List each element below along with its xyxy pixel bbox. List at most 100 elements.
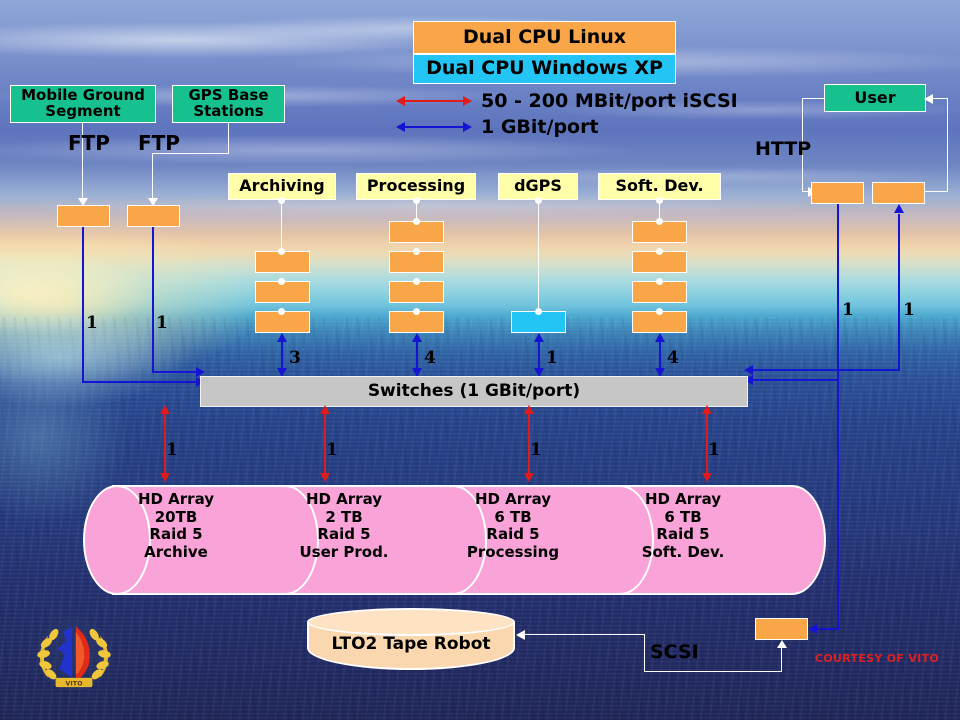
softdev-link-dot-2 — [656, 248, 663, 255]
user-uplink-arrow-2 — [744, 365, 753, 375]
hd-array-1-label[interactable]: HD Array 20TB Raid 5 Archive — [111, 490, 241, 562]
legend-gbit-arrow-right — [463, 122, 472, 132]
processing-link-dot-1 — [413, 218, 420, 225]
processing-link-dot-2 — [413, 248, 420, 255]
processing-link-dot-3 — [413, 278, 420, 285]
hd-array-2-line4: User Prod. — [299, 543, 389, 562]
user-box[interactable]: User — [824, 84, 926, 112]
ftp-server-2[interactable] — [127, 205, 180, 227]
hd-array-4-arrow-down — [702, 473, 712, 482]
archiving-link-dot-3 — [278, 308, 285, 315]
hd-array-4-label[interactable]: HD Array 6 TB Raid 5 Soft. Dev. — [618, 490, 748, 562]
user-server-2[interactable] — [872, 182, 925, 204]
group-title-archiving[interactable]: Archiving — [228, 173, 336, 200]
ftp-server-2-uplink-horiz — [152, 371, 200, 373]
scsi-server-uplink-vert — [837, 381, 839, 629]
vito-crest-emblem: VITO — [28, 608, 120, 700]
user-server-2-port-count: 1 — [903, 300, 915, 320]
user-server-1-port-count: 1 — [842, 300, 854, 320]
link-gps-down-1 — [228, 123, 229, 153]
hd-array-4-line2: 6 TB — [664, 507, 702, 526]
hd-array-3-arrow-up — [524, 405, 534, 414]
switches-bar[interactable]: Switches (1 GBit/port) — [200, 376, 748, 407]
group-title-processing[interactable]: Processing — [356, 173, 476, 200]
archiving-switch-arrow-up — [277, 333, 287, 342]
archiving-title-link — [281, 200, 282, 251]
archiving-port-count: 3 — [289, 348, 301, 368]
hd-array-1-line3: Raid 5 — [149, 525, 203, 544]
hd-array-3-port-count: 1 — [530, 440, 542, 460]
link-gps-down-2 — [152, 153, 153, 199]
scsi-link-horiz-top — [524, 634, 645, 635]
dgps-link-dot-top — [535, 197, 542, 204]
scsi-link-vert-right — [781, 648, 782, 672]
hd-array-1-line4: Archive — [144, 543, 208, 562]
hd-array-1-port-count: 1 — [166, 440, 178, 460]
hd-array-4-arrow-up — [702, 405, 712, 414]
legend-iscsi-arrow-line — [404, 100, 464, 102]
tape-robot-label: LTO2 Tape Robot — [331, 634, 491, 654]
softdev-switch-arrow-up — [655, 333, 665, 342]
softdev-link-dot-4 — [656, 308, 663, 315]
ftp-server-1-port-count: 1 — [86, 313, 98, 333]
scsi-server[interactable] — [755, 618, 808, 640]
ftp-server-1[interactable] — [57, 205, 110, 227]
archiving-link-dot-top — [278, 197, 285, 204]
hd-array-1-arrow-up — [160, 405, 170, 414]
softdev-link-dot-1 — [656, 218, 663, 225]
processing-link-dot-top — [413, 197, 420, 204]
hd-array-3-line3: Raid 5 — [486, 525, 540, 544]
group-title-soft-dev[interactable]: Soft. Dev. — [598, 173, 721, 200]
hd-array-2-label[interactable]: HD Array 2 TB Raid 5 User Prod. — [279, 490, 409, 562]
hd-array-2-line1: HD Array — [305, 490, 383, 508]
scsi-label: SCSI — [650, 641, 699, 663]
legend-iscsi-label: 50 - 200 MBit/port iSCSI — [481, 90, 738, 112]
http-link-right-arrow — [924, 94, 933, 104]
ftp-label-left: FTP — [68, 131, 110, 155]
legend-gbit-arrow-left — [396, 122, 405, 132]
hd-array-3-line1: HD Array — [474, 490, 552, 508]
user-server-2-uplink — [898, 214, 900, 371]
dgps-switch-arrow-up — [534, 333, 544, 342]
softdev-link-dot-top — [656, 197, 663, 204]
crest-icon: VITO — [37, 619, 111, 691]
http-link-right-vert — [947, 98, 948, 191]
legend-gbit-label: 1 GBit/port — [481, 116, 599, 138]
user-server-1[interactable] — [811, 182, 864, 204]
user-server-2-uplink-arrow — [894, 204, 904, 213]
hd-array-1-line2: 20TB — [154, 507, 198, 526]
hd-array-1-line1: HD Array — [137, 490, 215, 508]
dgps-title-link — [538, 200, 539, 311]
hd-array-3-line2: 6 TB — [494, 507, 532, 526]
legend-winxp-box: Dual CPU Windows XP — [413, 54, 676, 84]
archiving-link-dot-2 — [278, 278, 285, 285]
scsi-server-uplink-arrow — [808, 624, 817, 634]
processing-port-count: 4 — [424, 348, 436, 368]
user-server-2-uplink-horiz — [752, 369, 900, 371]
source-mobile-ground-segment[interactable]: Mobile Ground Segment — [10, 85, 156, 123]
ftp-server-2-uplink — [152, 227, 154, 373]
processing-link-dot-4 — [413, 308, 420, 315]
hd-array-4-line4: Soft. Dev. — [641, 543, 725, 562]
hd-array-3-arrow-down — [524, 473, 534, 482]
http-label: HTTP — [755, 138, 812, 160]
hd-array-3-label[interactable]: HD Array 6 TB Raid 5 Processing — [448, 490, 578, 562]
group-title-dgps[interactable]: dGPS — [498, 173, 578, 200]
ftp-server-1-uplink-horiz — [82, 381, 200, 383]
hd-array-2-line3: Raid 5 — [317, 525, 371, 544]
diagram-canvas: Dual CPU Linux Dual CPU Windows XP 50 - … — [0, 0, 960, 720]
hd-array-1-arrow-down — [160, 473, 170, 482]
hd-array-4-line1: HD Array — [644, 490, 722, 508]
hd-array-4-port-count: 1 — [708, 440, 720, 460]
scsi-link-horiz-bottom — [644, 671, 782, 672]
source-gps-base-stations[interactable]: GPS Base Stations — [172, 85, 285, 123]
ftp-server-1-uplink — [82, 227, 84, 383]
ftp-label-right: FTP — [138, 131, 180, 155]
softdev-port-count: 4 — [667, 348, 679, 368]
svg-text:VITO: VITO — [65, 679, 83, 687]
hd-array-2-line2: 2 TB — [325, 507, 363, 526]
hd-array-3-line4: Processing — [466, 543, 560, 562]
hd-array-2-arrow-up — [320, 405, 330, 414]
user-server-1-uplink-horiz — [752, 379, 839, 381]
scsi-server-uplink-horiz — [817, 628, 839, 630]
